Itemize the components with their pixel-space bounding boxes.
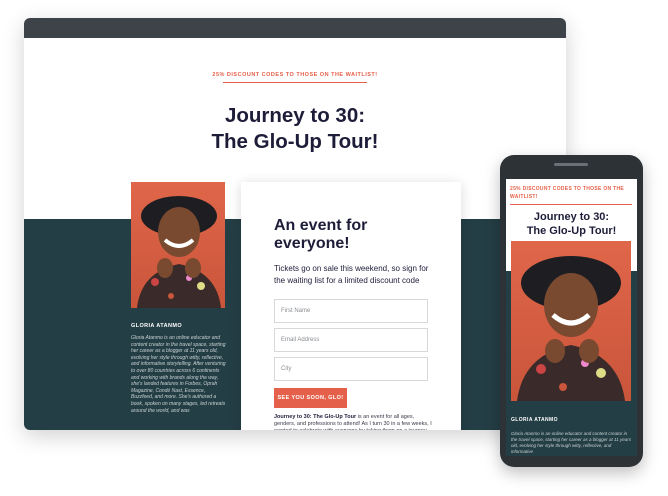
phone-mockup: 25% DISCOUNT CODES TO THOSE ON THE WAITL… (500, 155, 643, 467)
phone-host-bio: Gloria Atanmo is an online educator and … (511, 431, 631, 454)
phone-host-name: GLORIA ATANMO (511, 417, 558, 423)
card-heading: An event for everyone! (274, 217, 368, 252)
promo-banner-text: 25% DISCOUNT CODES TO THOSE ON THE WAITL… (212, 72, 378, 78)
first-name-field[interactable]: First Name (274, 299, 428, 323)
signup-card: An event for everyone! Tickets go on sal… (241, 182, 461, 430)
title-line-2: The Glo-Up Tour! (211, 130, 379, 153)
promo-underline (223, 82, 367, 83)
title-line-1: Journey to 30: (224, 104, 366, 127)
email-field[interactable]: Email Address (274, 328, 428, 352)
phone-speaker (554, 163, 588, 166)
browser-top-bar (24, 18, 566, 38)
desktop-mockup: 25% DISCOUNT CODES TO THOSE ON THE WAITL… (24, 18, 566, 430)
page-title: Journey to 30: The Glo-Up Tour! (24, 103, 566, 155)
host-name: GLORIA ATANMO (131, 323, 183, 329)
phone-title-line-2: The Glo-Up Tour! (526, 225, 617, 237)
card-subtext: Tickets go on sale this weekend, so sign… (274, 264, 429, 285)
event-description: Journey to 30: The Glo-Up Tour is an eve… (274, 414, 432, 430)
phone-promo-underline (510, 204, 632, 205)
submit-button[interactable]: SEE YOU SOON, GLO! (274, 388, 347, 408)
city-field[interactable]: City (274, 357, 428, 381)
phone-host-photo (511, 241, 631, 401)
host-bio: Gloria Atanmo is an online educator and … (131, 335, 226, 414)
phone-page-title: Journey to 30: The Glo-Up Tour! (506, 210, 637, 238)
event-description-bold: Journey to 30: The Glo-Up Tour (274, 414, 357, 420)
phone-screen: 25% DISCOUNT CODES TO THOSE ON THE WAITL… (506, 179, 637, 456)
phone-promo-text: 25% DISCOUNT CODES TO THOSE ON THE WAITL… (510, 186, 625, 200)
phone-title-line-1: Journey to 30: (533, 211, 610, 223)
host-photo (131, 182, 225, 308)
